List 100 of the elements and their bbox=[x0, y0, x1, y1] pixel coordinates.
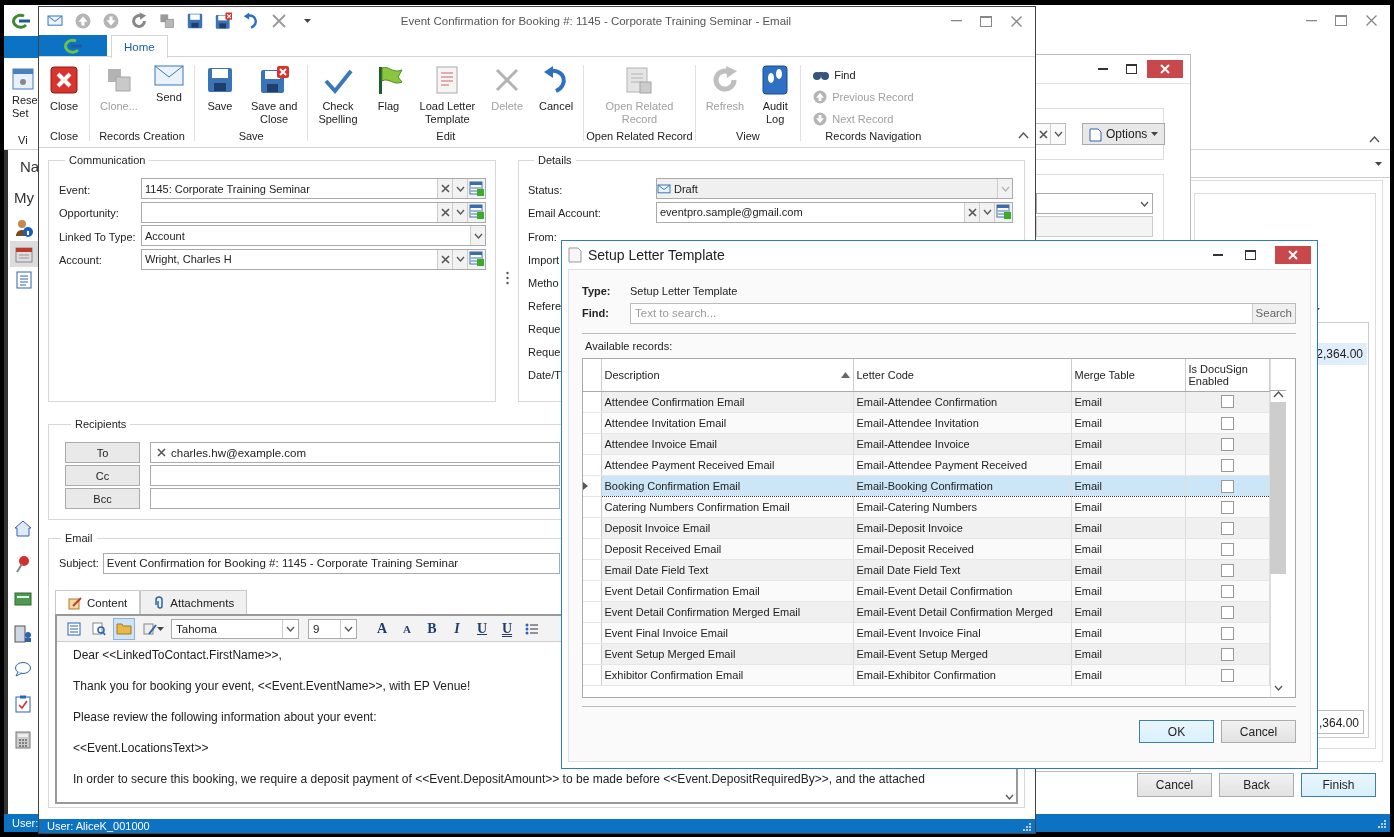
house-icon bbox=[14, 519, 32, 537]
search-button[interactable]: Search bbox=[1251, 303, 1295, 323]
tab[interactable]: Content bbox=[55, 590, 141, 615]
column-header[interactable]: Letter Code bbox=[853, 359, 1071, 391]
input-field[interactable]: Event Confirmation for Booking #: 1145 - Corporate Training Seminar bbox=[102, 552, 560, 574]
recipient-chip[interactable]: charles.hw@example.com bbox=[157, 446, 307, 459]
search-field[interactable]: Text to search... Search bbox=[630, 302, 1296, 324]
ribbon-button[interactable]: Audit Log bbox=[752, 61, 799, 126]
recipient-button[interactable]: Cc bbox=[65, 465, 140, 486]
floppy-disk-close-icon bbox=[258, 65, 291, 95]
options-button[interactable]: Options bbox=[1082, 123, 1166, 145]
tab[interactable]: Attachments bbox=[140, 590, 248, 614]
ribbon-button[interactable]: Load Letter Template bbox=[411, 61, 484, 126]
checkbox[interactable] bbox=[1220, 647, 1234, 661]
table-row[interactable]: Deposit Received Email Email-Deposit Received Email bbox=[583, 538, 1269, 560]
table-row[interactable]: Attendee Invoice Email Email-Attendee Invoice Email bbox=[583, 433, 1269, 455]
combo-field[interactable] bbox=[1036, 193, 1153, 214]
table-row[interactable]: Catering Numbers Confirmation Email Email-Catering Numbers Email bbox=[583, 496, 1269, 518]
chevron-up-icon bbox=[1018, 132, 1029, 139]
up-arrow-icon bbox=[75, 13, 91, 29]
checkbox[interactable] bbox=[1220, 605, 1234, 619]
column-header[interactable]: Is DocuSign Enabled bbox=[1185, 359, 1269, 391]
ribbon-tab[interactable]: Home bbox=[111, 35, 168, 58]
table-row[interactable]: Deposit Invoice Email Email-Deposit Invoice Email bbox=[583, 517, 1269, 539]
recipient-button[interactable]: Bcc bbox=[65, 488, 140, 509]
checkbox[interactable] bbox=[1220, 500, 1234, 514]
ribbon-button[interactable]: Save bbox=[196, 61, 243, 113]
ribbon-button[interactable]: Send bbox=[145, 61, 192, 104]
lookup-field[interactable]: eventpro.sample@gmail.com bbox=[656, 201, 1013, 223]
column-header[interactable]: Description bbox=[601, 359, 853, 391]
ribbon-button[interactable]: Cancel bbox=[531, 61, 582, 113]
table-row[interactable]: Exhibitor Confirmation Email Email-Exhibitor Confirmation Email bbox=[583, 664, 1269, 686]
dropdown-button[interactable] bbox=[1375, 161, 1382, 166]
ribbon-button[interactable]: Flag bbox=[365, 61, 412, 113]
recipient-button[interactable]: To bbox=[65, 442, 140, 463]
ribbon-button[interactable]: Save and Close bbox=[242, 61, 306, 126]
format-button[interactable]: U bbox=[471, 617, 493, 640]
column-header[interactable]: Merge Table bbox=[1071, 359, 1185, 391]
field-label: Event: bbox=[59, 183, 92, 196]
checkbox[interactable] bbox=[1220, 395, 1234, 409]
wizard-button[interactable]: Finish bbox=[1301, 773, 1376, 797]
ribbon-button[interactable]: Close bbox=[41, 61, 87, 113]
table-cell: Email-Event Detail Confirmation Merged bbox=[853, 601, 1071, 623]
input-field[interactable] bbox=[150, 488, 560, 509]
table-cell: Attendee Payment Received Email bbox=[601, 454, 853, 476]
section-label: Available records: bbox=[584, 339, 674, 354]
lookup-field[interactable]: 1145: Corporate Training Seminar bbox=[141, 178, 486, 200]
ribbon-group-label: Open Related Record bbox=[586, 130, 693, 144]
checkbox[interactable] bbox=[1220, 668, 1234, 682]
format-button[interactable]: U bbox=[496, 617, 518, 640]
table-row[interactable]: Event Final Invoice Email Email-Event Invoice Final Email bbox=[583, 622, 1269, 644]
table-row[interactable]: Event Detail Confirmation Email Email-Event Detail Confirmation Email bbox=[583, 580, 1269, 602]
wizard-button[interactable]: Back bbox=[1219, 773, 1294, 797]
chevron-up-icon bbox=[1369, 136, 1380, 143]
lookup-field[interactable] bbox=[141, 201, 486, 223]
format-button[interactable]: I bbox=[446, 617, 468, 640]
lookup-field[interactable]: Wright, Charles H bbox=[141, 248, 486, 270]
collapse-ribbon-button[interactable] bbox=[1018, 132, 1029, 139]
checkbox[interactable] bbox=[1220, 563, 1234, 577]
collapse-ribbon-button[interactable] bbox=[1369, 136, 1380, 143]
nav-item[interactable] bbox=[10, 241, 38, 267]
close-button[interactable] bbox=[1275, 246, 1311, 264]
checkbox[interactable] bbox=[1220, 584, 1234, 598]
table-row[interactable]: Booking Confirmation Email Email-Booking Confirmation Email bbox=[583, 475, 1269, 497]
close-button[interactable] bbox=[1147, 60, 1183, 78]
table-row[interactable]: Attendee Confirmation Email Email-Attendee Confirmation Email bbox=[583, 391, 1269, 413]
checkbox[interactable] bbox=[1220, 542, 1234, 556]
dialog-button[interactable]: Cancel bbox=[1221, 720, 1296, 743]
table-row[interactable]: Attendee Invitation Email Email-Attendee Invitation Email bbox=[583, 412, 1269, 434]
table-row[interactable]: Email Date Field Text Email Date Field Text Email bbox=[583, 559, 1269, 581]
logo-icon bbox=[62, 37, 84, 54]
ribbon-button[interactable]: Check Spelling bbox=[310, 61, 366, 126]
input-field[interactable]: charles.hw@example.com bbox=[150, 442, 560, 463]
checkbox[interactable] bbox=[1220, 458, 1234, 472]
ribbon-group-label: Records Navigation bbox=[825, 130, 922, 144]
format-button[interactable]: A bbox=[396, 617, 418, 640]
combo-field[interactable] bbox=[1034, 123, 1066, 145]
font-combo[interactable]: Tahoma bbox=[171, 618, 299, 639]
app-menu-button[interactable] bbox=[39, 35, 107, 56]
font-size-combo[interactable]: 9 bbox=[308, 618, 357, 639]
scrollbar-thumb[interactable] bbox=[1270, 402, 1286, 574]
wizard-button[interactable]: Cancel bbox=[1137, 773, 1212, 797]
input-field[interactable] bbox=[150, 465, 560, 486]
email-icon bbox=[47, 15, 63, 27]
close-icon bbox=[1288, 250, 1298, 260]
input-field[interactable] bbox=[1036, 216, 1153, 237]
table-cell: Email-Catering Numbers bbox=[853, 496, 1071, 518]
ribbon-button[interactable]: Find bbox=[803, 64, 944, 86]
combo-field[interactable]: Account bbox=[141, 225, 486, 247]
checkbox[interactable] bbox=[1220, 521, 1234, 535]
checkbox[interactable] bbox=[1220, 626, 1234, 640]
table-row[interactable]: Event Setup Merged Email Email-Event Setup Merged Email bbox=[583, 643, 1269, 665]
format-button[interactable]: B bbox=[421, 617, 443, 640]
checkbox[interactable] bbox=[1220, 416, 1234, 430]
checkbox[interactable] bbox=[1220, 437, 1234, 451]
checkbox[interactable] bbox=[1220, 479, 1234, 493]
dialog-button[interactable]: OK bbox=[1139, 720, 1214, 743]
table-row[interactable]: Event Detail Confirmation Merged Email Email-Event Detail Confirmation Merged Email bbox=[583, 601, 1269, 623]
table-row[interactable]: Attendee Payment Received Email Email-Attendee Payment Received Email bbox=[583, 454, 1269, 476]
format-button[interactable]: A bbox=[371, 617, 393, 640]
